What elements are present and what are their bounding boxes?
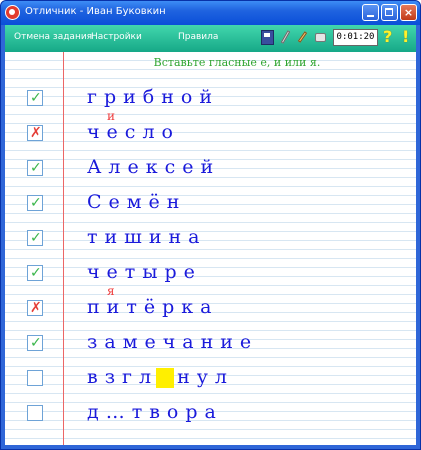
check-icon: ✓ bbox=[30, 90, 42, 106]
word-suffix: нул bbox=[177, 366, 235, 388]
word-text: тишина bbox=[87, 226, 207, 248]
client-area: Отмена задания Настройки Правила 0:01:20… bbox=[5, 25, 416, 445]
answer-checkbox[interactable]: ✓ bbox=[27, 195, 43, 211]
word-row: ✓ грибной bbox=[5, 83, 416, 117]
answer-checkbox[interactable]: ✗ bbox=[27, 125, 43, 141]
app-window: Отличник - Иван Буковкин × Отмена задани… bbox=[0, 0, 421, 450]
close-button[interactable]: × bbox=[400, 4, 417, 21]
check-icon: ✓ bbox=[30, 195, 42, 211]
window-title: Отличник - Иван Буковкин bbox=[25, 6, 166, 17]
task-instruction: Вставьте гласные е, и или я. bbox=[153, 56, 321, 69]
word-row: ✓ Алексей bbox=[5, 153, 416, 187]
word-text: д…твора bbox=[87, 401, 223, 423]
check-icon: ✓ bbox=[30, 265, 42, 281]
check-icon: ✓ bbox=[30, 160, 42, 176]
answer-checkbox[interactable] bbox=[27, 370, 43, 386]
word-row: ✗ я питёрка bbox=[5, 284, 416, 327]
cancel-task-button[interactable]: Отмена задания bbox=[14, 32, 92, 42]
word-text: Семён bbox=[87, 191, 187, 213]
word-text: Алексей bbox=[87, 156, 221, 178]
vowel-gap-highlight[interactable] bbox=[156, 368, 175, 388]
word-text: замечание bbox=[87, 331, 259, 353]
minimize-button[interactable] bbox=[362, 4, 379, 21]
word-row: взгл нул bbox=[5, 363, 416, 397]
word-text: чесло bbox=[87, 121, 180, 143]
cross-icon: ✗ bbox=[30, 125, 42, 141]
save-icon[interactable] bbox=[261, 30, 274, 45]
word-row: ✗ и чесло bbox=[5, 109, 416, 152]
answer-checkbox[interactable]: ✓ bbox=[27, 335, 43, 351]
timer-display: 0:01:20 bbox=[333, 29, 378, 46]
close-icon: × bbox=[403, 6, 414, 19]
brush-icon[interactable] bbox=[296, 30, 309, 45]
answer-checkbox[interactable]: ✓ bbox=[27, 265, 43, 281]
answer-checkbox[interactable]: ✓ bbox=[27, 160, 43, 176]
answer-checkbox[interactable]: ✓ bbox=[27, 230, 43, 246]
check-icon: ✓ bbox=[30, 335, 42, 351]
word-row: ✓ тишина bbox=[5, 223, 416, 257]
word-text: взгл нул bbox=[87, 366, 234, 388]
pen-icon[interactable] bbox=[279, 30, 292, 45]
word-row: ✓ четыре bbox=[5, 258, 416, 292]
maximize-button[interactable] bbox=[381, 4, 398, 21]
cross-icon: ✗ bbox=[30, 300, 42, 316]
answer-checkbox[interactable]: ✗ bbox=[27, 300, 43, 316]
word-row: ✓ замечание bbox=[5, 328, 416, 362]
word-text: грибной bbox=[87, 86, 219, 108]
rules-button[interactable]: Правила bbox=[178, 32, 218, 42]
info-button[interactable]: ! bbox=[402, 27, 409, 46]
answer-checkbox[interactable]: ✓ bbox=[27, 90, 43, 106]
help-button[interactable]: ? bbox=[383, 27, 392, 46]
app-icon bbox=[5, 5, 20, 20]
word-row: д…твора bbox=[5, 398, 416, 432]
printer-icon[interactable] bbox=[314, 30, 327, 45]
check-icon: ✓ bbox=[30, 230, 42, 246]
answer-checkbox[interactable] bbox=[27, 405, 43, 421]
word-prefix: взгл bbox=[87, 366, 159, 388]
word-row: ✓ Семён bbox=[5, 188, 416, 222]
word-text: питёрка bbox=[87, 296, 219, 318]
settings-button[interactable]: Настройки bbox=[91, 32, 142, 42]
word-text: четыре bbox=[87, 261, 202, 283]
toolbar: Отмена задания Настройки Правила 0:01:20… bbox=[5, 25, 416, 52]
title-bar[interactable]: Отличник - Иван Буковкин × bbox=[1, 1, 420, 25]
